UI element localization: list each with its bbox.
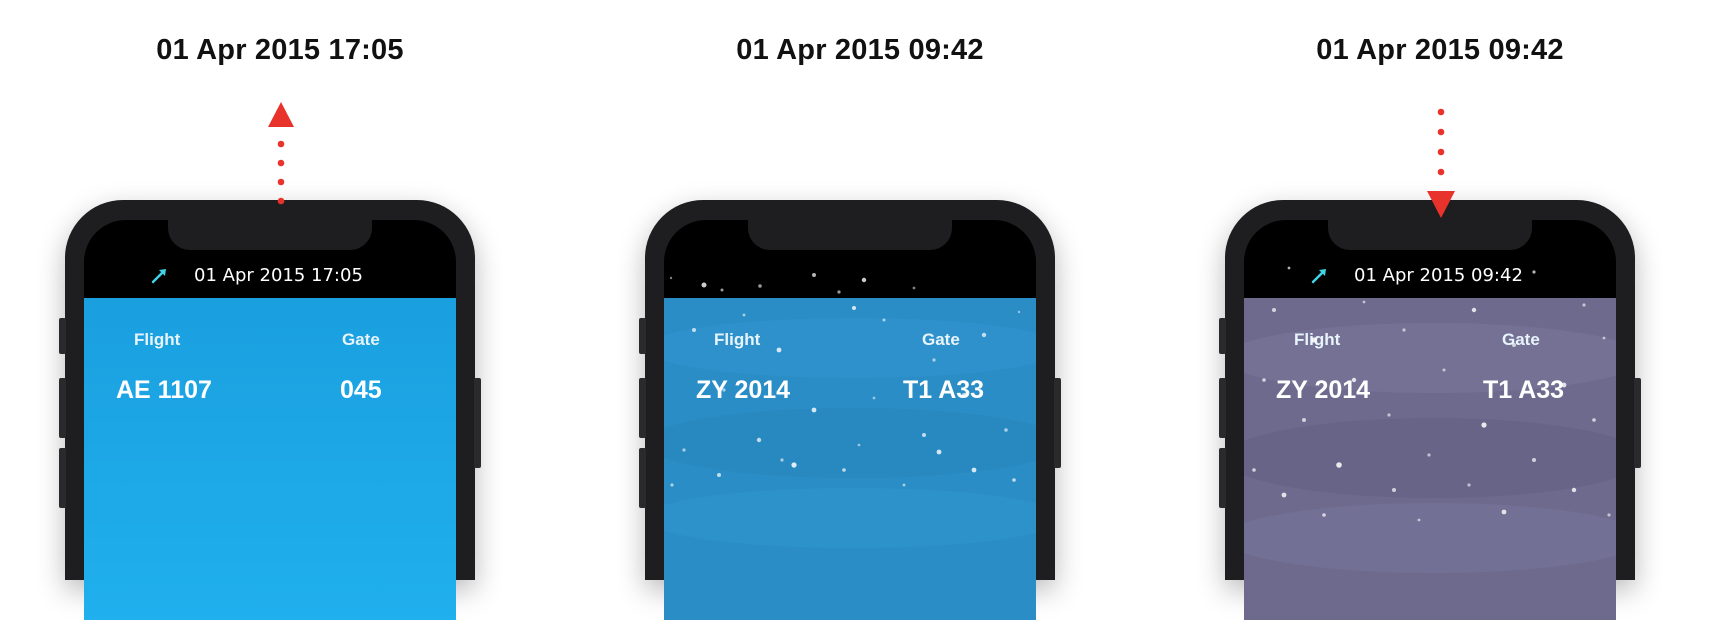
volume-up-button [1219, 378, 1226, 438]
status-bar: 01 Apr 2015 09:42 [1244, 263, 1616, 293]
panel-caption: 01 Apr 2015 17:05 [156, 34, 404, 66]
phone-screen: 01 Apr 2015 09:42 Flight Gate ZY 2014 T1… [1244, 220, 1616, 620]
phone-screen: Flight Gate ZY 2014 T1 A33 [664, 220, 1036, 620]
notch [748, 220, 952, 250]
power-button [474, 378, 481, 468]
gate-number: T1 A33 [1483, 376, 1565, 404]
plane-icon [1311, 269, 1326, 284]
silent-switch [59, 318, 66, 354]
panel-caption: 01 Apr 2015 09:42 [736, 34, 984, 66]
boarding-card[interactable]: Flight Gate AE 1107 045 [84, 298, 456, 620]
power-button [1634, 378, 1641, 468]
panel-delayed: 01 Apr 2015 09:42 01 Apr 2015 09:42 Flig… [1160, 0, 1720, 620]
panel-weather-transition: 01 Apr 2015 09:42 Flight Gate ZY 2014 T1… [580, 0, 1140, 620]
gate-label: Gate [342, 330, 380, 349]
wave-texture [664, 408, 1036, 478]
flight-label: Flight [1294, 330, 1341, 349]
wave-texture [664, 488, 1036, 548]
arrow-down-icon [1427, 108, 1455, 218]
flight-number: ZY 2014 [1276, 376, 1371, 404]
silent-switch [1219, 318, 1226, 354]
notch [168, 220, 372, 250]
gate-label: Gate [1502, 330, 1540, 349]
plane-icon [151, 269, 166, 284]
phone-frame: Flight Gate ZY 2014 T1 A33 [639, 200, 1061, 620]
power-button [1054, 378, 1061, 468]
status-time: 01 Apr 2015 17:05 [194, 265, 363, 286]
volume-down-button [59, 448, 66, 508]
volume-up-button [59, 378, 66, 438]
phone-frame: 01 Apr 2015 09:42 Flight Gate ZY 2014 T1… [1219, 200, 1641, 620]
panel-caption: 01 Apr 2015 09:42 [1316, 34, 1564, 66]
arrow-up-icon [268, 102, 294, 205]
boarding-card[interactable]: Flight Gate ZY 2014 T1 A33 [664, 298, 1036, 620]
gate-number: T1 A33 [903, 376, 985, 404]
volume-down-button [1219, 448, 1226, 508]
flight-label: Flight [134, 330, 181, 349]
phone-screen: 01 Apr 2015 17:05 Flight Gate AE 1107 04… [84, 220, 456, 620]
wave-texture [1244, 503, 1616, 573]
flight-number: ZY 2014 [696, 376, 791, 404]
silent-switch [639, 318, 646, 354]
status-bar: 01 Apr 2015 17:05 [84, 263, 456, 293]
wave-texture [1244, 418, 1616, 498]
boarding-card[interactable]: Flight Gate ZY 2014 T1 A33 [1244, 298, 1616, 620]
gate-label: Gate [922, 330, 960, 349]
flight-number: AE 1107 [116, 376, 212, 404]
volume-up-button [639, 378, 646, 438]
status-time: 01 Apr 2015 09:42 [1354, 265, 1523, 286]
gate-number: 045 [340, 376, 382, 404]
panel-departed: 01 Apr 2015 17:05 01 Apr 2015 17:05 Flig… [0, 0, 560, 620]
phone-frame: 01 Apr 2015 17:05 Flight Gate AE 1107 04… [59, 200, 481, 620]
volume-down-button [639, 448, 646, 508]
flight-label: Flight [714, 330, 761, 349]
notch [1328, 220, 1532, 250]
